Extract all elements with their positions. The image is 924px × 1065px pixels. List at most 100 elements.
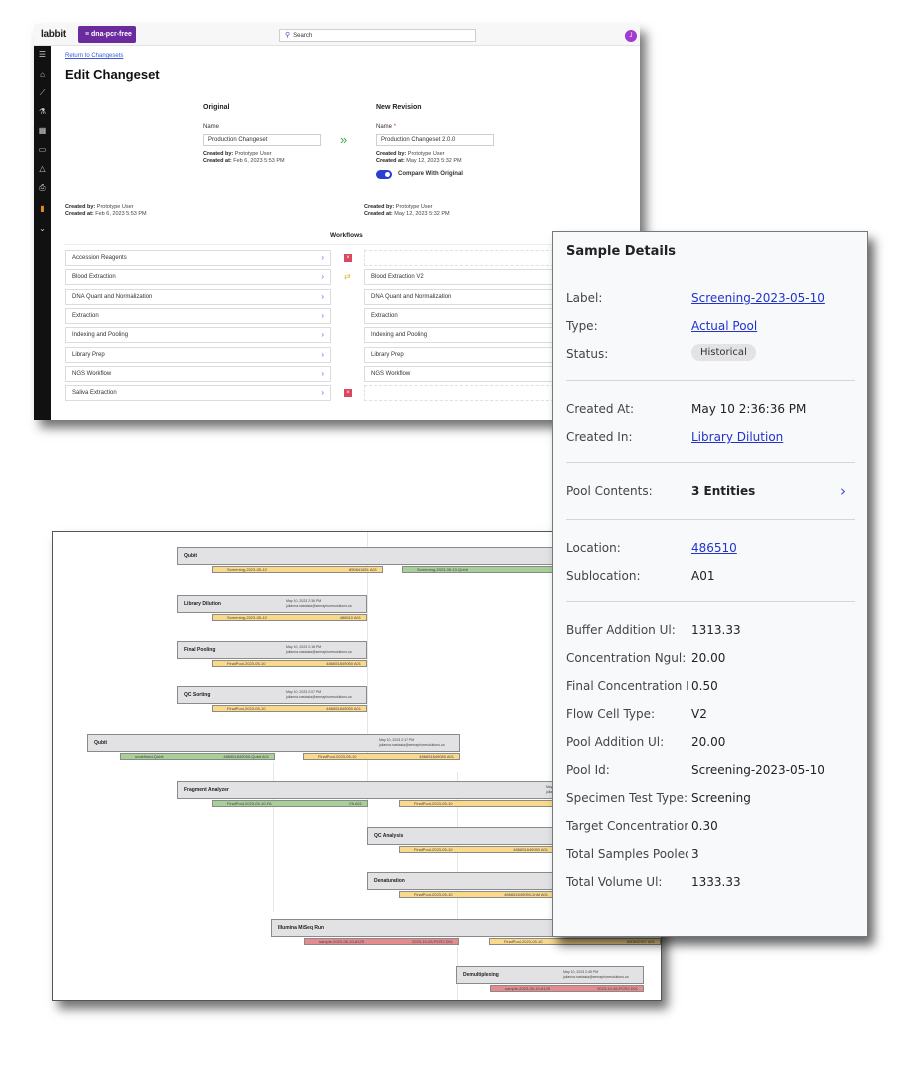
workflow-row-revision[interactable]: Extraction: [364, 307, 564, 324]
step-user: julianna.nastasia@semaphoresolutions.ca: [286, 603, 352, 608]
return-to-changesets-link[interactable]: Return to Changesets: [65, 53, 123, 59]
side-nav: ☰ ⌂ ⟋ ⚗ ▦ ▭ △ ⎙ ▮ ⌄: [34, 46, 51, 420]
home-icon[interactable]: ⌂: [34, 70, 51, 79]
chevron-right-icon[interactable]: ›: [321, 348, 324, 362]
workflow-name: Library Prep: [72, 351, 105, 358]
workflow-row-revision[interactable]: Library Prep: [364, 346, 564, 363]
search-input[interactable]: ⚲ Search: [279, 29, 476, 42]
entity-location: 850841651 A01: [348, 567, 377, 572]
plate-icon[interactable]: ▦: [34, 126, 51, 135]
sample-entity[interactable]: sample-2023-05-10-8125 2023-10-05-PCR2 D0…: [490, 985, 644, 992]
created-in-link[interactable]: Library Dilution: [691, 430, 783, 444]
sample-entity[interactable]: FinalPool-2023-05-10 850842907 A01: [489, 938, 661, 945]
workflow-row-revision[interactable]: Indexing and Pooling: [364, 327, 564, 344]
step-user: julianna.nastasia@semaphoresolutions.ca: [286, 649, 352, 654]
type-link[interactable]: Actual Pool: [691, 319, 757, 333]
original-name-input[interactable]: Production Changeset: [203, 134, 321, 146]
entity-label: FinalPool-2023-05-10: [227, 706, 266, 711]
location-link[interactable]: 486510: [691, 541, 737, 555]
workflow-row-original[interactable]: Library Prep ›: [65, 346, 331, 363]
location-row: Location: 486510: [566, 541, 737, 555]
chevron-right-icon[interactable]: ›: [321, 367, 324, 381]
workflow-row-revision: [364, 250, 564, 266]
pool-contents-row[interactable]: Pool Contents: 3 Entities ›: [566, 482, 856, 500]
step-meta: May 10, 2023 2:45 PM julianna.nastasia@se…: [563, 970, 637, 979]
pipette-icon[interactable]: ⟋: [34, 88, 51, 98]
sample-entity[interactable]: undefined-Qubit 486651849050-Qubit A01: [120, 753, 275, 760]
entity-location: 2023-10-05-PCR2 D01: [597, 986, 638, 991]
workflow-row-original[interactable]: Extraction ›: [65, 307, 331, 324]
workflow-row-revision[interactable]: Blood Extraction V2: [364, 269, 564, 286]
process-step[interactable]: Final Pooling May 10, 2023 2:18 PM juliann…: [177, 641, 367, 659]
sample-entity[interactable]: sample-2023-05-10-8125 2023-10-05-PCR2 D0…: [304, 938, 459, 945]
process-step[interactable]: Qubit May 10, 2023 2:17 PM julianna.nastas…: [87, 734, 460, 752]
sample-entity[interactable]: Screening-2023-05-10 850841651 A01: [212, 566, 383, 573]
step-name: QC Sorting: [184, 692, 211, 698]
entity-label: Screening-2023-05-10: [227, 615, 267, 620]
property-value: 20.00: [691, 651, 726, 665]
chevron-right-icon[interactable]: ›: [321, 290, 324, 304]
revision-name-input[interactable]: Production Changeset 2.0.0: [376, 134, 494, 146]
beaker-icon[interactable]: △: [34, 164, 51, 173]
entity-location: 486651849050 A01: [419, 754, 454, 759]
property-value: 3: [691, 847, 699, 861]
workflow-name: Indexing and Pooling: [72, 332, 129, 339]
entity-label: FinalPool-2023-05-10: [318, 754, 357, 759]
workflow-row-revision[interactable]: DNA Quant and Normalization: [364, 288, 564, 305]
workflow-row-original[interactable]: DNA Quant and Normalization ›: [65, 288, 331, 305]
entity-location: 2023-10-05-PCR2 D01: [412, 939, 453, 944]
alert-icon[interactable]: ▮: [34, 204, 51, 213]
workflow-name: DNA Quant and Normalization: [371, 293, 452, 300]
entity-label: undefined-Qubit: [135, 754, 164, 759]
chevron-down-icon[interactable]: ⌄: [34, 224, 51, 233]
entity-label: FinalPool-2023-05-10: [414, 892, 453, 897]
created-in-row: Created In: Library Dilution: [566, 430, 784, 444]
chevron-right-icon[interactable]: ›: [321, 309, 324, 323]
double-chevron-right-icon: »: [340, 132, 348, 147]
original-heading: Original: [203, 104, 230, 111]
label-link[interactable]: Screening-2023-05-10: [691, 291, 825, 305]
property-value: 0.30: [691, 819, 718, 833]
workflow-row-original[interactable]: Saliva Extraction ›: [65, 385, 331, 402]
property-row: Total Volume Ul: 1333.33: [566, 875, 856, 891]
flask-icon[interactable]: ⚗: [34, 107, 51, 116]
chevron-right-icon[interactable]: ›: [321, 270, 324, 284]
sample-entity[interactable]: FinalPool-2023-05-10-FA FA A01: [212, 800, 368, 807]
property-key: Pool Addition Ul:: [566, 735, 665, 749]
footer-left-meta: Created by: Prototype User Created at: F…: [65, 204, 147, 217]
user-avatar[interactable]: J: [625, 30, 637, 42]
entity-location: 486651849050-Qubit A01: [223, 754, 269, 759]
process-step[interactable]: Demultiplexing May 10, 2023 2:45 PM julian…: [456, 966, 644, 984]
sublocation-row: Sublocation: A01: [566, 569, 715, 583]
workflow-row-original[interactable]: NGS Workflow ›: [65, 365, 331, 382]
chevron-right-icon[interactable]: ›: [321, 328, 324, 342]
sample-entity[interactable]: FinalPool-2023-05-10 486651849050 A01: [212, 660, 367, 667]
printer-icon[interactable]: ⎙: [34, 183, 51, 193]
menu-icon[interactable]: ☰: [34, 50, 51, 59]
process-step[interactable]: Library Dilution May 10, 2023 2:36 PM juli…: [177, 595, 367, 613]
property-value: 20.00: [691, 735, 726, 749]
sample-entity[interactable]: FinalPool-2023-05-10 486651849050 A01: [303, 753, 460, 760]
sample-entity[interactable]: Screening-2023-05-10 486510 A01: [212, 614, 367, 621]
divider: [566, 519, 855, 520]
box-icon[interactable]: ▭: [34, 145, 51, 154]
compare-with-original-toggle[interactable]: [376, 170, 392, 179]
workflow-row-original[interactable]: Accession Reagents ›: [65, 250, 331, 266]
workflow-name: Extraction: [72, 312, 99, 319]
workflow-row-revision[interactable]: NGS Workflow: [364, 365, 564, 382]
sample-entity[interactable]: FinalPool-2023-05-10 486651849050 A01: [399, 846, 554, 853]
entity-label: FinalPool-2023-05-10: [414, 847, 453, 852]
step-name: Qubit: [184, 553, 198, 559]
entity-location: 486651849050 A01: [326, 661, 361, 666]
sample-entity[interactable]: FinalPool-2023-05-10 486651849050-2nM A01: [399, 891, 554, 898]
step-name: Library Dilution: [184, 601, 221, 607]
chevron-right-icon[interactable]: ›: [321, 386, 324, 400]
project-selector-button[interactable]: ≡ dna-pcr-free: [78, 26, 136, 43]
workflow-row-original[interactable]: Indexing and Pooling ›: [65, 327, 331, 344]
sample-entity[interactable]: FinalPool-2023-05-10 486651849050 A01: [212, 705, 367, 712]
chevron-right-icon[interactable]: ›: [840, 482, 846, 500]
chevron-right-icon[interactable]: ›: [321, 251, 324, 265]
process-step[interactable]: QC Sorting May 10, 2023 2:07 PM julianna.n…: [177, 686, 367, 704]
step-name: Demultiplexing: [463, 972, 499, 978]
workflow-row-original[interactable]: Blood Extraction ›: [65, 269, 331, 286]
